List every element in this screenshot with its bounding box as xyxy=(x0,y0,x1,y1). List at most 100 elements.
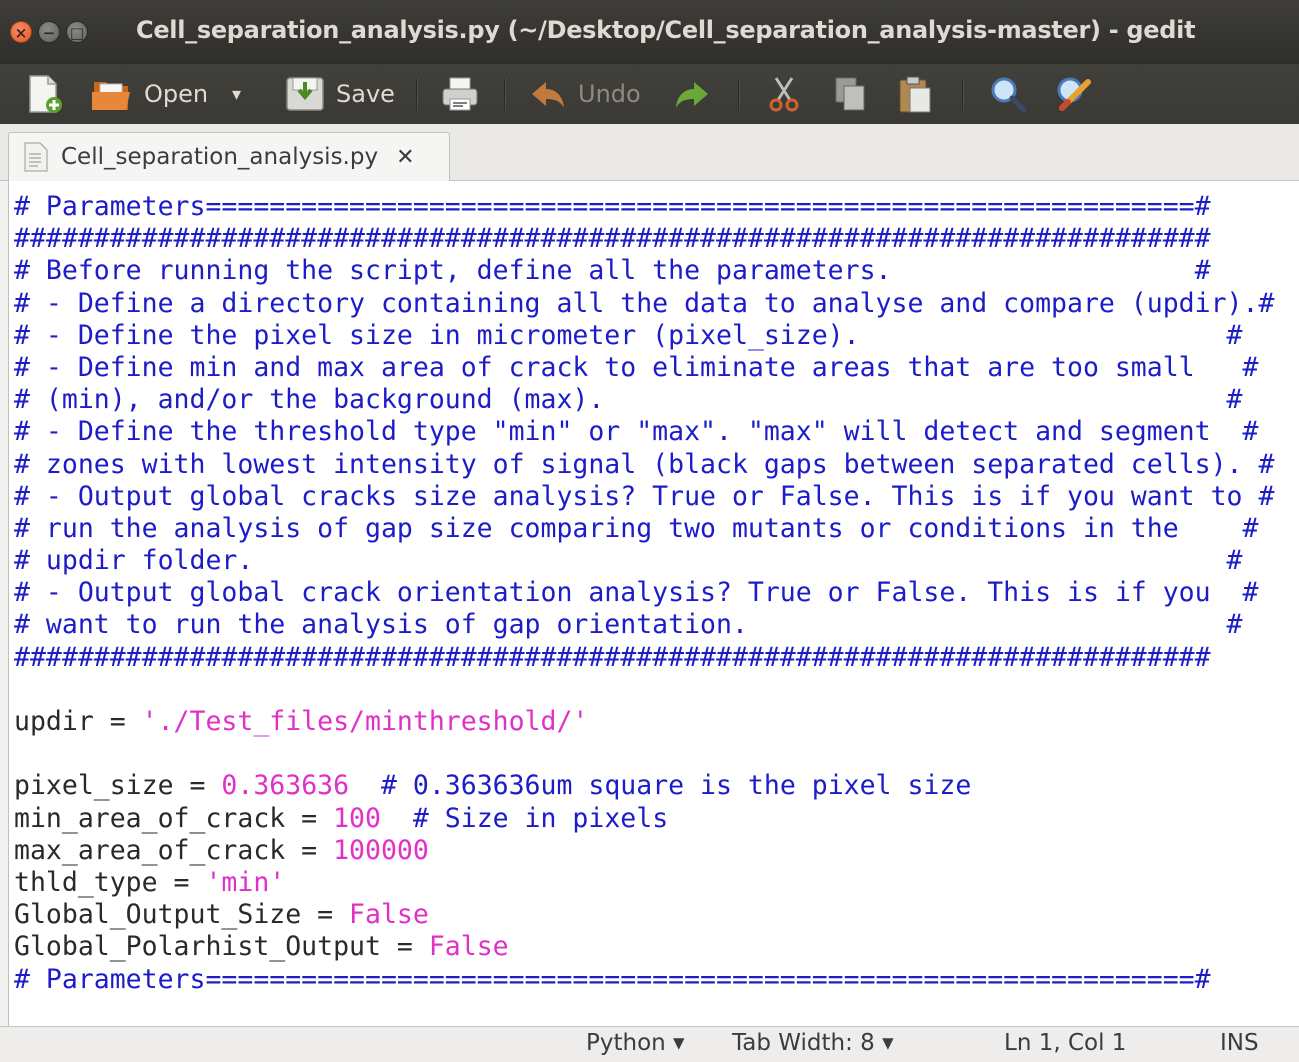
code-line: # want to run the analysis of gap orient… xyxy=(14,609,1299,641)
code-token-comment: # Size in pixels xyxy=(380,802,669,834)
code-token-comment: # (min), and/or the background (max). # xyxy=(14,384,1243,416)
print-icon xyxy=(442,77,478,111)
code-token-comment: # - Define the pixel size in micrometer … xyxy=(14,319,1243,351)
code-token-plain: max_area_of_crack = xyxy=(14,834,334,866)
code-token-kw: False xyxy=(428,931,509,963)
code-line: # Parameters============================… xyxy=(14,191,1299,223)
code-line: # - Define min and max area of crack to … xyxy=(14,352,1299,384)
open-label: Open xyxy=(144,80,209,108)
tab-bar: Cell_separation_analysis.py ✕ xyxy=(0,124,1299,181)
tab-document[interactable]: Cell_separation_analysis.py ✕ xyxy=(8,132,450,181)
code-token-comment: # updir folder. # xyxy=(14,545,1243,577)
code-token-comment: # - Define a directory containing all th… xyxy=(14,287,1275,319)
code-token-num: 0.363636 xyxy=(221,770,350,802)
code-token-comment: # Parameters============================… xyxy=(14,191,1211,222)
paste-icon xyxy=(899,76,931,113)
folder-open-icon xyxy=(92,82,130,110)
code-token-comment: # Before running the script, define all … xyxy=(14,255,1211,287)
new-document-icon xyxy=(29,75,62,113)
minimize-window-button[interactable]: − xyxy=(38,21,60,43)
text-file-icon xyxy=(24,142,48,172)
code-line: # Before running the script, define all … xyxy=(14,255,1299,287)
print-button[interactable] xyxy=(440,74,480,114)
paste-button[interactable] xyxy=(896,74,934,114)
code-line: # updir folder. # xyxy=(14,545,1299,577)
cut-button[interactable] xyxy=(766,74,802,114)
close-tab-icon[interactable]: ✕ xyxy=(396,145,414,170)
code-token-plain: Global_Polarhist_Output = xyxy=(14,931,429,963)
copy-button[interactable] xyxy=(832,74,868,114)
code-token-str: 'min' xyxy=(205,866,286,898)
code-line: # (min), and/or the background (max). # xyxy=(14,384,1299,416)
code-token-comment: # - Define the threshold type "min" or "… xyxy=(14,416,1259,448)
cut-icon xyxy=(769,77,799,112)
code-token-num: 100 xyxy=(333,802,381,834)
code-token-comment: # run the analysis of gap size comparing… xyxy=(14,512,1259,544)
cursor-position: Ln 1, Col 1 xyxy=(1004,1030,1127,1056)
close-window-button[interactable]: × xyxy=(10,21,32,43)
chevron-down-icon: ▾ xyxy=(232,83,242,105)
language-selector[interactable]: Python ▾ xyxy=(586,1030,685,1056)
tab-width-selector[interactable]: Tab Width: 8 ▾ xyxy=(732,1030,894,1056)
code-line: # - Output global crack orientation anal… xyxy=(14,577,1299,609)
code-token-plain: Global_Output_Size = xyxy=(14,899,350,931)
toolbar-separator xyxy=(962,78,964,110)
code-token-comment: # Parameters============================… xyxy=(14,963,1211,995)
find-button[interactable] xyxy=(988,74,1028,114)
find-replace-button[interactable] xyxy=(1054,74,1094,114)
title-bar: × − □ Cell_separation_analysis.py (~/Des… xyxy=(0,0,1299,64)
window-title: Cell_separation_analysis.py (~/Desktop/C… xyxy=(136,16,1196,44)
code-line: min_area_of_crack = 100 # Size in pixels xyxy=(14,803,1299,835)
code-line: updir = './Test_files/minthreshold/' xyxy=(14,706,1299,738)
new-document-button[interactable] xyxy=(24,74,64,114)
find-replace-icon xyxy=(1057,77,1091,111)
redo-icon xyxy=(676,82,708,108)
code-line: # - Define the pixel size in micrometer … xyxy=(14,320,1299,352)
code-token-kw: False xyxy=(349,899,429,931)
open-dropdown-button[interactable]: ▾ xyxy=(232,74,241,114)
code-token-comment: # - Define min and max area of crack to … xyxy=(14,351,1259,383)
code-line: ########################################… xyxy=(14,223,1299,255)
toolbar: Open ▾ Save Undo xyxy=(0,64,1299,124)
save-label: Save xyxy=(336,80,395,108)
code-token-plain: min_area_of_crack = xyxy=(14,802,334,834)
toolbar-separator xyxy=(504,78,506,110)
code-token-plain: updir = xyxy=(14,706,142,737)
code-line: # - Define the threshold type "min" or "… xyxy=(14,416,1299,448)
code-line: Global_Polarhist_Output = False xyxy=(14,931,1299,963)
redo-button[interactable] xyxy=(672,74,712,114)
tab-label: Cell_separation_analysis.py xyxy=(61,144,379,170)
toolbar-separator xyxy=(416,78,418,110)
maximize-window-button[interactable]: □ xyxy=(66,21,88,43)
code-token-plain: pixel_size = xyxy=(14,770,222,802)
code-token-comment: # want to run the analysis of gap orient… xyxy=(14,609,1243,641)
code-token-comment: # zones with lowest intensity of signal … xyxy=(14,448,1275,480)
undo-button[interactable]: Undo xyxy=(528,74,641,114)
code-token-plain: thld_type = xyxy=(14,866,206,898)
code-content: # Parameters============================… xyxy=(9,181,1299,996)
code-line: # run the analysis of gap size comparing… xyxy=(14,513,1299,545)
code-token-comment: # - Output global cracks size analysis? … xyxy=(14,480,1275,512)
undo-label: Undo xyxy=(578,80,641,108)
code-line: Global_Output_Size = False xyxy=(14,899,1299,931)
code-line: pixel_size = 0.363636 # 0.363636um squar… xyxy=(14,770,1299,802)
save-button[interactable]: Save xyxy=(284,74,395,114)
status-bar: Python ▾ Tab Width: 8 ▾ Ln 1, Col 1 INS xyxy=(0,1026,1299,1062)
code-editor[interactable]: # Parameters============================… xyxy=(8,181,1299,1026)
save-icon xyxy=(286,77,324,111)
search-icon xyxy=(991,77,1027,113)
undo-icon xyxy=(532,82,564,108)
code-token-str: './Test_files/minthreshold/' xyxy=(141,706,589,737)
code-line: # Parameters============================… xyxy=(14,964,1299,996)
code-token-comment: # - Output global crack orientation anal… xyxy=(14,577,1259,609)
code-line: thld_type = 'min' xyxy=(14,867,1299,899)
code-token-comment: # 0.363636um square is the pixel size xyxy=(349,770,972,802)
code-token-comment: ########################################… xyxy=(14,641,1211,673)
code-line: # - Define a directory containing all th… xyxy=(14,288,1299,320)
open-button[interactable]: Open xyxy=(90,74,208,114)
code-line: # zones with lowest intensity of signal … xyxy=(14,449,1299,481)
code-line: ########################################… xyxy=(14,642,1299,674)
code-line: # - Output global cracks size analysis? … xyxy=(14,481,1299,513)
